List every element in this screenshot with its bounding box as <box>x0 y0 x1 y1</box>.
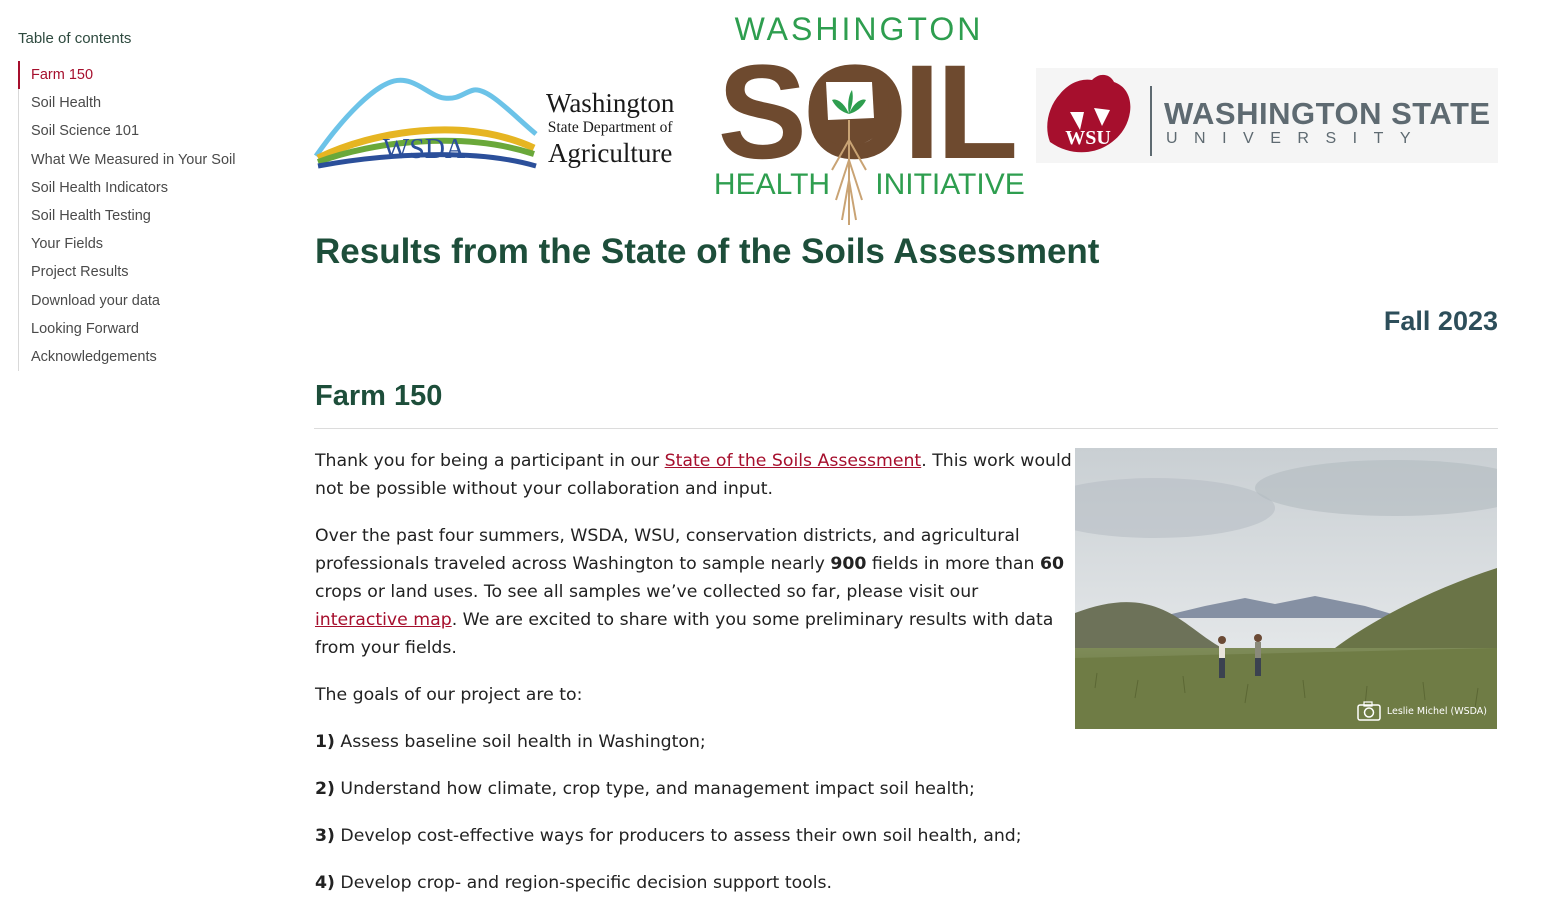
soil-logo-bottom-left: HEALTH <box>714 168 830 201</box>
goal-number: 3) <box>315 826 335 846</box>
goal-text: Develop cost-effective ways for producer… <box>334 826 1022 846</box>
wsu-subtitle: UNIVERSITY <box>1166 130 1428 147</box>
toc-item-your-fields[interactable]: Your Fields <box>19 230 278 258</box>
field-photo-image <box>1075 448 1497 729</box>
wsda-logo: WSDA <box>314 77 538 169</box>
goal-number: 1) <box>315 732 335 752</box>
toc-item-soil-science-101[interactable]: Soil Science 101 <box>19 117 278 145</box>
section-divider <box>314 428 1498 429</box>
wsu-logo: WSU WASHINGTON STATE UNIVERSITY <box>1036 68 1498 163</box>
toc-title: Table of contents <box>18 30 132 47</box>
intro-text-1: Thank you for being a participant in our <box>315 451 665 471</box>
sampling-paragraph: Over the past four summers, WSDA, WSU, c… <box>315 522 1075 662</box>
goal-text: Understand how climate, crop type, and m… <box>334 779 975 799</box>
goal-text: Develop crop- and region-specific decisi… <box>334 873 833 893</box>
toc-item-looking-forward[interactable]: Looking Forward <box>19 315 278 343</box>
field-photo: Leslie Michel (WSDA) <box>1075 448 1497 729</box>
intro-paragraph: Thank you for being a participant in our… <box>315 447 1075 503</box>
toc-item-soil-health-indicators[interactable]: Soil Health Indicators <box>19 174 278 202</box>
interactive-map-link[interactable]: interactive map <box>315 610 452 630</box>
goals-intro: The goals of our project are to: <box>315 685 583 705</box>
section-body: Thank you for being a participant in our… <box>315 447 1075 916</box>
toc-item-farm-150[interactable]: Farm 150 <box>18 61 278 90</box>
wsu-name: WASHINGTON STATE <box>1164 96 1491 131</box>
photo-credit: Leslie Michel (WSDA) <box>1386 705 1487 717</box>
crops-count: 60 <box>1039 554 1065 574</box>
toc-item-download-your-data[interactable]: Download your data <box>19 287 278 315</box>
wsda-mark-text: WSDA <box>383 134 466 165</box>
goal-number: 2) <box>315 779 335 799</box>
soil-logo-bottom-right: INITIATIVE <box>875 168 1024 201</box>
toc-item-project-results[interactable]: Project Results <box>19 258 278 286</box>
wsda-wordmark: Washington State Department of Agricultu… <box>546 88 674 168</box>
goal-item: 1) Assess baseline soil health in Washin… <box>315 728 1075 756</box>
soil-health-initiative-logo: WASHINGTON SOIL HEALTH INITIATIVE <box>714 11 1025 225</box>
wsda-line-2: State Department of <box>547 119 673 136</box>
toc-list: Farm 150 Soil Health Soil Science 101 Wh… <box>18 61 278 372</box>
photo-caption: Leslie Michel (WSDA) <box>1357 701 1487 721</box>
goal-item: 4) Develop crop- and region-specific dec… <box>315 869 1075 897</box>
table-of-contents: Table of contents Farm 150 Soil Health S… <box>18 30 278 372</box>
cougar-head-icon: WSU <box>1047 74 1131 153</box>
toc-item-what-we-measured[interactable]: What We Measured in Your Soil <box>19 146 278 174</box>
state-of-soils-link[interactable]: State of the Soils Assessment <box>665 451 922 471</box>
goal-item: 2) Understand how climate, crop type, an… <box>315 775 1075 803</box>
svg-text:WSU: WSU <box>1065 127 1111 149</box>
wsda-line-1: Washington <box>546 88 675 118</box>
page-title: Results from the State of the Soils Asse… <box>315 232 1100 271</box>
section-title: Farm 150 <box>315 380 443 412</box>
goal-item: 3) Develop cost-effective ways for produ… <box>315 822 1075 850</box>
toc-item-soil-health-testing[interactable]: Soil Health Testing <box>19 202 278 230</box>
goal-text: Assess baseline soil health in Washingto… <box>334 732 706 752</box>
sampling-text-3: crops or land uses. To see all samples w… <box>315 582 979 602</box>
goal-number: 4) <box>315 873 335 893</box>
toc-item-acknowledgements[interactable]: Acknowledgements <box>19 343 278 371</box>
report-season: Fall 2023 <box>1383 306 1498 336</box>
wsu-divider <box>1150 86 1152 156</box>
wsda-line-3: Agriculture <box>547 138 673 168</box>
sampling-text-2: fields in more than <box>866 554 1040 574</box>
camera-icon <box>1357 701 1381 721</box>
logo-banner: WSDA Washington State Department of Agri… <box>314 10 1498 230</box>
fields-count: 900 <box>830 554 867 574</box>
toc-item-soil-health[interactable]: Soil Health <box>19 89 278 117</box>
